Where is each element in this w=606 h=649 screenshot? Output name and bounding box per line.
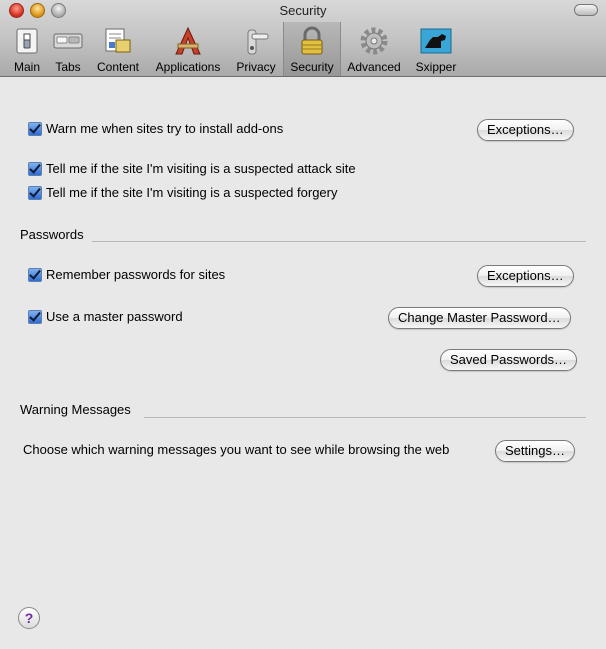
install-addons-checkbox[interactable]: [28, 121, 42, 136]
master-password-checkbox[interactable]: [28, 309, 42, 324]
forgery-checkbox-row[interactable]: Tell me if the site I'm visiting is a su…: [28, 185, 337, 200]
forgery-label: Tell me if the site I'm visiting is a su…: [46, 185, 338, 200]
tab-privacy[interactable]: Privacy: [234, 22, 278, 76]
window-title: Security: [279, 3, 327, 18]
tab-tabs[interactable]: Tabs: [50, 22, 86, 76]
change-master-password-button[interactable]: Change Master Password…: [388, 307, 571, 329]
tab-advanced[interactable]: Advanced: [344, 22, 404, 76]
tab-applications[interactable]: Applications: [150, 22, 226, 76]
remember-passwords-checkbox-row[interactable]: Remember passwords for sites: [28, 267, 225, 282]
gear-icon: [360, 27, 388, 55]
toolbar-toggle-button[interactable]: [574, 4, 598, 16]
tab-label: Advanced: [347, 60, 401, 74]
passwords-divider: [92, 241, 586, 242]
tab-label: Security: [290, 60, 334, 74]
passwords-heading: Passwords: [20, 227, 84, 242]
remember-passwords-label: Remember passwords for sites: [46, 267, 226, 282]
install-addons-checkbox-row[interactable]: Warn me when sites try to install add-on…: [28, 121, 283, 136]
tab-security[interactable]: Security: [283, 22, 341, 76]
remember-passwords-checkbox[interactable]: [28, 267, 42, 282]
content-icon: [105, 28, 131, 53]
tab-main[interactable]: Main: [6, 22, 48, 76]
attack-site-checkbox-row[interactable]: Tell me if the site I'm visiting is a su…: [28, 161, 356, 176]
door-handle-icon: [247, 29, 269, 55]
tab-label: Privacy: [236, 60, 276, 74]
warning-messages-divider: [144, 417, 586, 418]
tab-content[interactable]: Content: [92, 22, 144, 76]
attack-site-checkbox[interactable]: [28, 161, 42, 176]
switch-icon: [16, 28, 38, 54]
tab-label: Main: [13, 60, 40, 74]
tab-label: Sxipper: [415, 60, 457, 74]
help-button[interactable]: ?: [18, 607, 40, 629]
addon-exceptions-button[interactable]: Exceptions…: [477, 119, 574, 141]
master-password-label: Use a master password: [46, 309, 183, 324]
tab-sxipper[interactable]: Sxipper: [411, 22, 461, 76]
tab-label: Tabs: [55, 60, 81, 74]
padlock-icon: [301, 26, 323, 55]
tabs-icon: [53, 33, 83, 49]
install-addons-label: Warn me when sites try to install add-on…: [46, 121, 284, 136]
warning-messages-heading: Warning Messages: [20, 402, 131, 417]
master-password-checkbox-row[interactable]: Use a master password: [28, 309, 183, 324]
tab-label: Content: [96, 60, 140, 74]
warning-settings-button[interactable]: Settings…: [495, 440, 575, 462]
applications-icon: [175, 26, 201, 55]
forgery-checkbox[interactable]: [28, 185, 42, 200]
tab-label: Applications: [155, 60, 221, 74]
saved-passwords-button[interactable]: Saved Passwords…: [440, 349, 578, 371]
sxipper-dog-icon: [420, 28, 452, 54]
warning-messages-description: Choose which warning messages you want t…: [23, 442, 450, 457]
attack-site-label: Tell me if the site I'm visiting is a su…: [46, 161, 356, 176]
password-exceptions-button[interactable]: Exceptions…: [477, 265, 574, 287]
preferences-toolbar: Security Main Tabs Content Applications …: [0, 0, 606, 77]
